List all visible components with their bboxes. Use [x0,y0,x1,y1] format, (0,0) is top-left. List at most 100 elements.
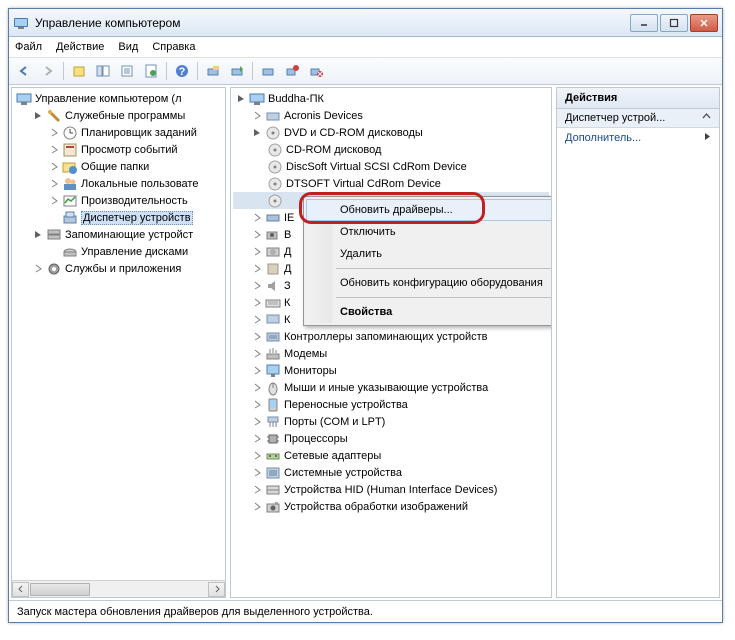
expand-icon[interactable] [251,280,263,292]
menu-action[interactable]: Действие [56,41,104,53]
device-category-dvd[interactable]: DVD и CD-ROM дисководы [233,124,549,141]
scroll-right-button[interactable] [208,582,225,597]
menu-file[interactable]: Файл [15,41,42,53]
expand-icon[interactable] [251,501,263,513]
expand-icon[interactable] [251,416,263,428]
collapse-icon[interactable] [32,229,44,241]
tree-item-performance[interactable]: Производительность [14,192,223,209]
expand-icon[interactable] [251,263,263,275]
device-category[interactable]: Мониторы [233,362,549,379]
scroll-left-button[interactable] [12,582,29,597]
refresh-button[interactable] [140,60,162,82]
properties-button[interactable] [116,60,138,82]
tree-group-services[interactable]: Службы и приложения [14,260,223,277]
device-category[interactable]: Порты (COM и LPT) [233,413,549,430]
expand-icon[interactable] [251,365,263,377]
scroll-track[interactable] [29,582,208,597]
tree-label: Производительность [81,195,188,207]
device-category[interactable]: Системные устройства [233,464,549,481]
expand-icon[interactable] [251,399,263,411]
uninstall-button[interactable] [257,60,279,82]
ctx-properties[interactable]: Свойства [306,301,552,323]
device-root[interactable]: Buddha-ПК [233,90,549,107]
expand-icon[interactable] [251,246,263,258]
toolbar: ? [9,57,722,85]
expand-icon[interactable] [48,127,60,139]
device-category[interactable]: Acronis Devices [233,107,549,124]
expand-icon[interactable] [48,144,60,156]
collapse-icon[interactable] [251,127,263,139]
device-category[interactable]: Модемы [233,345,549,362]
device-item[interactable]: DTSOFT Virtual CdRom Device [233,175,549,192]
expand-icon[interactable] [251,433,263,445]
ctx-delete[interactable]: Удалить [306,243,552,265]
device-category[interactable]: Мыши и иные указывающие устройства [233,379,549,396]
device-category[interactable]: Контроллеры запоминающих устройств [233,328,549,345]
tree-label: Службы и приложения [65,263,181,275]
port-icon [265,414,281,430]
device-category[interactable]: Процессоры [233,430,549,447]
expand-icon[interactable] [251,484,263,496]
expand-icon[interactable] [251,314,263,326]
expand-icon[interactable] [251,229,263,241]
device-item[interactable]: CD-ROM дисковод [233,141,549,158]
scrollbar-horizontal[interactable] [12,580,225,597]
ctx-disable[interactable]: Отключить [306,221,552,243]
ctx-update-drivers[interactable]: Обновить драйверы... [306,199,552,221]
forward-button[interactable] [37,60,59,82]
update-driver-button[interactable] [226,60,248,82]
tree-item-shared[interactable]: Общие папки [14,158,223,175]
device-category[interactable]: Устройства HID (Human Interface Devices) [233,481,549,498]
back-button[interactable] [13,60,35,82]
expand-icon[interactable] [48,178,60,190]
enable-button[interactable] [305,60,327,82]
collapse-icon[interactable] [32,110,44,122]
tree-label: Д [284,263,291,275]
tree-label: Контроллеры запоминающих устройств [284,331,487,343]
help-button[interactable]: ? [171,60,193,82]
tree-item-scheduler[interactable]: Планировщик заданий [14,124,223,141]
scan-hardware-button[interactable] [202,60,224,82]
tree-item-events[interactable]: Просмотр событий [14,141,223,158]
expand-icon[interactable] [251,297,263,309]
expand-icon[interactable] [251,110,263,122]
device-category[interactable]: Сетевые адаптеры [233,447,549,464]
expand-icon[interactable] [48,161,60,173]
computer-management-window: Управление компьютером Файл Действие Вид… [8,8,723,623]
tree-root[interactable]: Управление компьютером (л [14,90,223,107]
expand-icon[interactable] [251,450,263,462]
tree-group-system-tools[interactable]: Служебные программы [14,107,223,124]
console-tree[interactable]: Управление компьютером (л Служебные прог… [12,88,225,580]
expand-icon[interactable] [251,382,263,394]
close-button[interactable] [690,14,718,32]
minimize-button[interactable] [630,14,658,32]
tree-label: Устройства HID (Human Interface Devices) [284,484,497,496]
device-category[interactable]: Устройства обработки изображений [233,498,549,515]
tree-item-device-manager[interactable]: Диспетчер устройств [14,209,223,226]
maximize-button[interactable] [660,14,688,32]
expand-icon[interactable] [48,195,60,207]
expand-icon[interactable] [251,467,263,479]
actions-more[interactable]: Дополнитель... [557,128,719,148]
show-tree-button[interactable] [92,60,114,82]
tree-item-disk-mgmt[interactable]: Управление дисками [14,243,223,260]
device-category[interactable]: Переносные устройства [233,396,549,413]
menu-help[interactable]: Справка [152,41,195,53]
ctx-scan-hardware[interactable]: Обновить конфигурацию оборудования [306,272,552,294]
tree-group-storage[interactable]: Запоминающие устройст [14,226,223,243]
up-button[interactable] [68,60,90,82]
cdrom-icon [267,142,283,158]
device-item[interactable]: DiscSoft Virtual SCSI CdRom Device [233,158,549,175]
menu-view[interactable]: Вид [118,41,138,53]
titlebar: Управление компьютером [9,9,722,37]
expand-icon[interactable] [251,331,263,343]
expand-icon[interactable] [251,212,263,224]
disable-button[interactable] [281,60,303,82]
expand-icon[interactable] [32,263,44,275]
collapse-icon[interactable] [235,93,247,105]
scroll-thumb[interactable] [30,583,90,596]
device-tree[interactable]: Buddha-ПК Acronis Devices DVD и CD-ROM д… [231,88,551,597]
expand-icon[interactable] [251,348,263,360]
actions-subheader[interactable]: Диспетчер устрой... [557,109,719,128]
tree-item-users[interactable]: Локальные пользовате [14,175,223,192]
